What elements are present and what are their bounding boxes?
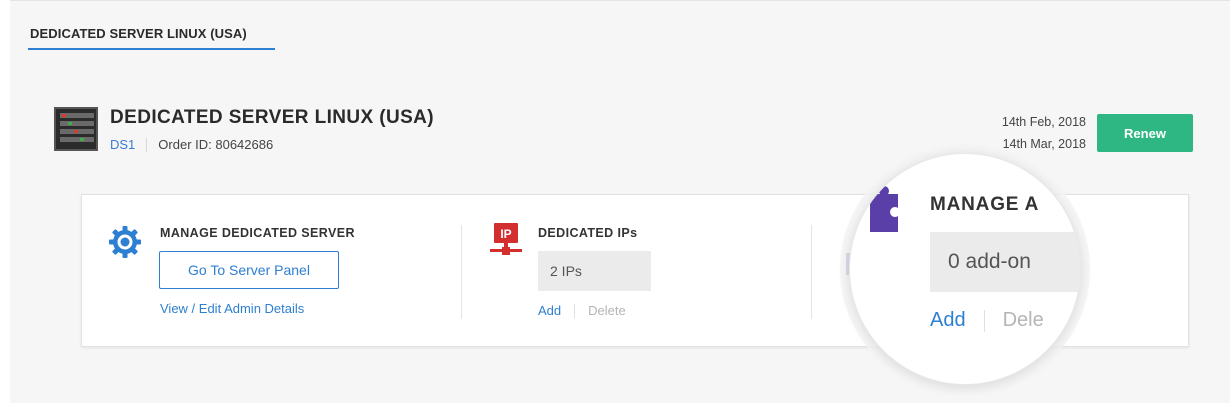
puzzle-icon [870,186,898,232]
ip-network-icon: IP [490,223,522,255]
add-ip-link[interactable]: Add [538,303,561,318]
renew-button[interactable]: Renew [1097,114,1193,152]
addon-count-field: 0 add-on [930,232,1080,292]
admin-details-link[interactable]: View / Edit Admin Details [160,301,304,316]
tab-dedicated-server[interactable]: DEDICATED SERVER LINUX (USA) [30,26,247,41]
end-date: 14th Mar, 2018 [1002,137,1086,151]
section-divider [811,225,812,319]
gear-icon [109,226,141,258]
add-addon-link[interactable]: Add [930,309,966,332]
page: DEDICATED SERVER LINUX (USA) DEDICATED S… [10,0,1230,403]
server-rack-icon [54,107,98,151]
manage-addons-title: MANAGE A [930,194,1040,215]
ip-count-field: 2 IPs [538,251,651,291]
server-meta: DS1 Order ID: 80642686 [110,137,273,152]
start-date: 14th Feb, 2018 [1001,115,1086,129]
delete-addon-link[interactable]: Dele [1003,309,1044,332]
addon-actions: Add Dele [930,309,1044,332]
manage-server-title: MANAGE DEDICATED SERVER [160,226,355,240]
divider [146,137,148,152]
server-panel-button[interactable]: Go To Server Panel [159,251,339,289]
divider [574,303,576,318]
delete-ip-link[interactable]: Delete [588,303,626,318]
subscription-dates: 14th Feb, 2018 14th Mar, 2018 [1002,111,1086,155]
dedicated-ips-title: DEDICATED IPs [538,226,638,240]
server-code-link[interactable]: DS1 [110,137,135,152]
tab-active-indicator [28,48,275,50]
order-id: Order ID: 80642686 [158,137,274,152]
ip-icon-label: IP [500,227,511,241]
ip-actions: Add Delete [538,303,626,318]
section-divider [461,225,462,319]
server-title: DEDICATED SERVER LINUX (USA) [110,107,435,128]
divider [983,309,985,332]
magnifier-overlay: MANAGE A 0 add-on Add Dele [849,153,1081,385]
